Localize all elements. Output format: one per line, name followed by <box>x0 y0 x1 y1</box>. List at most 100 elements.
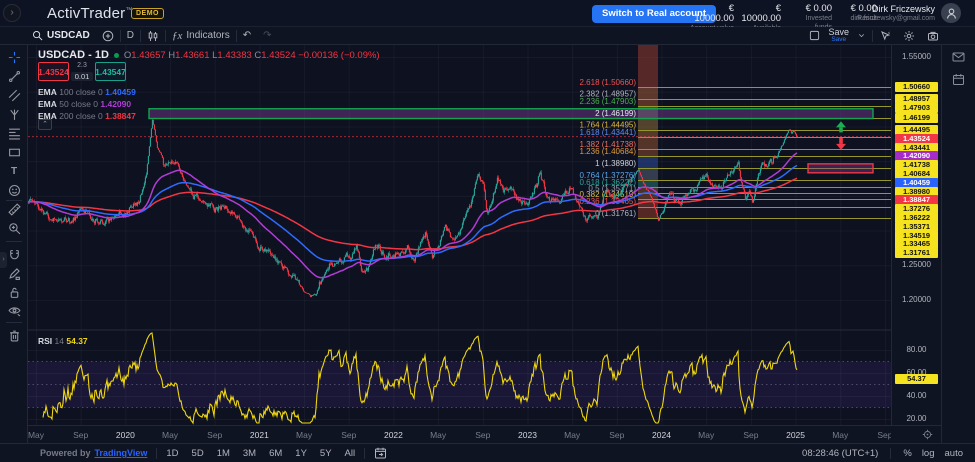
timeframe-button[interactable]: D <box>127 30 134 41</box>
tool-parallel-channel-icon[interactable] <box>7 88 21 102</box>
tool-pitchfork-icon[interactable] <box>7 107 21 121</box>
tool-fib-retracement-icon[interactable] <box>7 126 21 140</box>
tool-trend-line-icon[interactable] <box>7 69 21 83</box>
save-menu-caret[interactable] <box>857 31 866 40</box>
price-label: 1.46199 <box>895 113 938 123</box>
time-axis-label: 2022 <box>384 430 403 440</box>
layout-button[interactable] <box>809 30 820 41</box>
legend-collapse-button[interactable]: ⌃ <box>38 119 52 130</box>
range-button-all[interactable]: All <box>345 448 356 459</box>
undo-button[interactable]: ↶ <box>243 30 251 41</box>
tool-magnet-icon[interactable] <box>7 248 21 262</box>
auto-scale-toggle[interactable]: auto <box>945 448 964 459</box>
rsi-scale-label: 40.00 <box>895 391 938 401</box>
undo-icon: ↶ <box>243 30 251 41</box>
buy-button[interactable]: 1.43547 <box>95 62 126 81</box>
plus-circle-icon <box>102 30 114 42</box>
tool-zoom-in-icon[interactable] <box>7 221 21 235</box>
compare-add-button[interactable] <box>102 30 114 42</box>
right-rail <box>941 45 975 443</box>
order-buttons: 1.43524 2.3 0.01 1.43547 <box>38 62 126 81</box>
rail-divider <box>6 241 22 242</box>
log-scale-toggle[interactable]: log <box>922 448 935 459</box>
indicators-button[interactable]: ƒx Indicators <box>172 30 230 42</box>
rsi-legend: RSI 14 54.37 <box>38 336 88 346</box>
tool-crosshair-icon[interactable] <box>7 50 21 64</box>
rsi-value-badge: 54.37 <box>895 374 938 384</box>
time-axis-label: 2020 <box>116 430 135 440</box>
price-chart-canvas[interactable] <box>28 45 891 425</box>
rail-divider <box>6 200 22 201</box>
bottom-bar: Powered by TradingView 1D5D1M3M6M1Y5YAll… <box>0 443 975 462</box>
range-button-1d[interactable]: 1D <box>166 448 178 459</box>
symbol-title: USDCAD - 1D <box>38 49 109 61</box>
tradingview-link[interactable]: TradingView <box>95 448 148 458</box>
ema-legend-row: EMA 100 close 0 1.40459 <box>38 87 136 97</box>
rsi-scale-label: 20.00 <box>895 414 938 424</box>
time-axis-label: Sep <box>475 430 490 440</box>
bottom-separator <box>364 448 365 459</box>
toolbar-separator <box>872 30 873 42</box>
chart-style-button[interactable] <box>147 30 159 42</box>
search-icon <box>32 30 43 41</box>
settings-button[interactable] <box>903 30 915 42</box>
metric-value: € 0.00 <box>788 4 832 14</box>
collapse-sidebar-button[interactable]: › <box>3 4 21 22</box>
time-axis-label: Sep <box>609 430 624 440</box>
time-axis[interactable]: MaySep2020MaySep2021MaySep2022MaySep2023… <box>28 425 891 443</box>
sell-button[interactable]: 1.43524 <box>38 62 69 81</box>
ohlc-values: O1.43657 H1.43661 L1.43383 C1.43524 −0.0… <box>124 50 380 61</box>
screenshot-button[interactable] <box>927 30 939 42</box>
scroll-to-realtime-button[interactable] <box>922 429 933 440</box>
price-scale[interactable]: 1.550001.506601.489571.479031.461991.444… <box>891 45 941 443</box>
user-name: Dirk Friczewsky <box>845 4 935 14</box>
go-to-date-button[interactable] <box>374 447 387 459</box>
date-range-buttons: 1D 5D 1M 3M 6M 1Y 5Y All <box>166 448 355 459</box>
save-layout-button[interactable]: Save Save <box>828 28 849 44</box>
avatar[interactable] <box>941 3 961 23</box>
redo-button[interactable]: ↷ <box>263 30 271 41</box>
rail-divider <box>6 322 22 323</box>
calendar-go-icon <box>374 447 387 459</box>
economic-calendar-button[interactable] <box>952 73 965 86</box>
person-icon <box>945 7 958 20</box>
magic-cursor-button[interactable] <box>879 30 891 42</box>
tool-rectangle-icon[interactable] <box>7 145 21 159</box>
tool-emoji-icon[interactable] <box>7 183 21 197</box>
price-label: 1.20000 <box>895 295 938 305</box>
range-button-1y[interactable]: 1Y <box>295 448 307 459</box>
metric-value: € 10000.00 <box>737 4 781 24</box>
user-info[interactable]: Dirk Friczewsky dirk.friczewsky@gmail.co… <box>845 4 935 23</box>
target-icon <box>922 429 933 440</box>
range-button-5y[interactable]: 5Y <box>320 448 332 459</box>
time-axis-label: 2025 <box>786 430 805 440</box>
bottom-separator <box>890 448 891 459</box>
tool-draw-pencil-icon[interactable] <box>7 266 21 280</box>
expand-watchlist-tab[interactable]: › <box>0 252 7 268</box>
tool-eye-off-icon[interactable] <box>7 303 21 317</box>
price-label: 1.47903 <box>895 103 938 113</box>
tool-ruler-icon[interactable] <box>7 202 21 216</box>
price-label: 1.31761 <box>895 248 938 258</box>
messages-button[interactable] <box>952 51 965 63</box>
chart-area[interactable]: USDCAD - 1D O1.43657 H1.43661 L1.43383 C… <box>28 45 891 425</box>
toolbar-separator <box>140 30 141 42</box>
time-axis-label: May <box>296 430 312 440</box>
range-button-1m[interactable]: 1M <box>217 448 230 459</box>
range-button-5d[interactable]: 5D <box>192 448 204 459</box>
time-axis-label: Sep <box>341 430 356 440</box>
user-email: dirk.friczewsky@gmail.com <box>845 14 935 23</box>
time-axis-label: Sep <box>73 430 88 440</box>
chart-legend: USDCAD - 1D O1.43657 H1.43661 L1.43383 C… <box>38 49 380 61</box>
symbol-search[interactable]: USDCAD <box>32 30 90 41</box>
toolbar-separator <box>120 30 121 42</box>
tool-lock-icon[interactable] <box>7 285 21 299</box>
percent-scale-toggle[interactable]: % <box>903 448 911 459</box>
demo-badge: DEMO <box>131 8 164 19</box>
camera-icon <box>927 30 939 42</box>
range-button-3m[interactable]: 3M <box>243 448 256 459</box>
range-button-6m[interactable]: 6M <box>269 448 282 459</box>
tool-trash-icon[interactable] <box>7 328 21 342</box>
time-axis-label: Sep <box>207 430 222 440</box>
tool-text-icon[interactable]: T <box>7 164 21 178</box>
